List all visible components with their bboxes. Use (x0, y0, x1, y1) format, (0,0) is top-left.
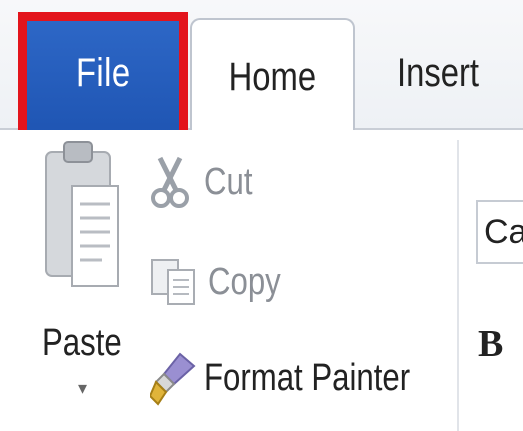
scissors-icon (151, 156, 189, 208)
format-painter-label: Format Painter (204, 356, 411, 399)
paste-dropdown-icon[interactable]: ▾ (78, 378, 87, 399)
cut-label: Cut (204, 160, 253, 203)
insert-tab-label: Insert (397, 50, 480, 95)
tab-home[interactable]: Home (190, 18, 355, 134)
copy-label: Copy (208, 260, 281, 303)
font-name-input[interactable]: Ca (476, 200, 523, 264)
clipboard-icon (45, 141, 119, 287)
file-tab-label: File (75, 50, 131, 95)
copy-button[interactable]: Copy (150, 256, 297, 308)
group-separator (457, 140, 459, 431)
cut-button[interactable]: Cut (150, 154, 263, 210)
ribbon-tab-bar: File Home Insert (0, 0, 523, 142)
copy-icon (151, 259, 195, 305)
paintbrush-icon (150, 352, 196, 406)
bold-button[interactable]: B (478, 322, 503, 366)
file-tab[interactable]: File (27, 21, 179, 133)
format-painter-button[interactable]: Format Painter (150, 350, 455, 406)
paste-label[interactable]: Paste (42, 322, 122, 365)
paste-button[interactable] (42, 136, 122, 301)
tab-insert[interactable]: Insert (360, 18, 523, 128)
file-tab-highlight[interactable]: File (18, 12, 188, 142)
home-tab-label: Home (228, 54, 317, 99)
